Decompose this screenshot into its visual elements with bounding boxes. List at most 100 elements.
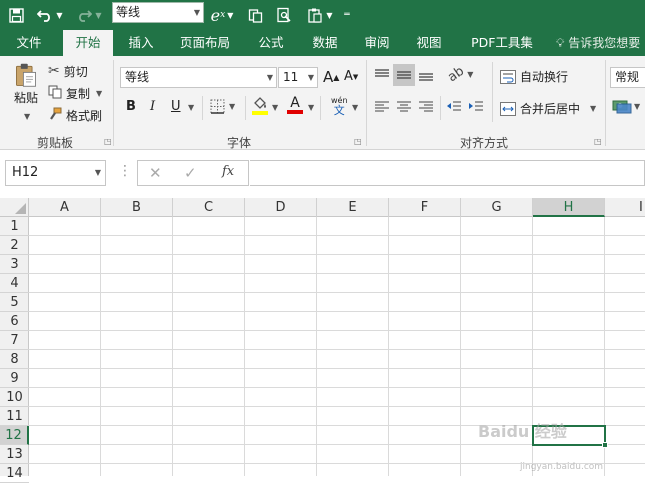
- tab-view[interactable]: 视图: [406, 30, 452, 56]
- row-header[interactable]: 4: [0, 274, 29, 293]
- tab-formulas[interactable]: 公式: [248, 30, 294, 56]
- align-bottom-icon[interactable]: [418, 68, 434, 82]
- chevron-down-icon[interactable]: ▼: [188, 103, 194, 112]
- fill-handle[interactable]: [602, 442, 608, 448]
- accounting-format-icon[interactable]: ▼: [612, 98, 640, 114]
- name-box-value: H12: [12, 165, 39, 180]
- row-header[interactable]: 5: [0, 293, 29, 312]
- column-header[interactable]: A: [29, 198, 101, 217]
- row-header[interactable]: 7: [0, 331, 29, 350]
- row-header[interactable]: 10: [0, 388, 29, 407]
- column-header[interactable]: B: [101, 198, 173, 217]
- row-header[interactable]: 1: [0, 217, 29, 236]
- cut-button[interactable]: ✂ 剪切: [48, 62, 88, 80]
- row-header[interactable]: 6: [0, 312, 29, 331]
- undo-icon[interactable]: ▼: [34, 4, 66, 26]
- chevron-down-icon[interactable]: ▼: [267, 68, 273, 87]
- formula-input[interactable]: [250, 160, 645, 186]
- qat-font-combo[interactable]: 等线 ▼: [112, 2, 204, 23]
- align-left-icon[interactable]: [374, 100, 390, 114]
- font-size-value: 11: [283, 70, 299, 84]
- column-header[interactable]: F: [389, 198, 461, 217]
- tab-review[interactable]: 审阅: [354, 30, 400, 56]
- copy-format-icon[interactable]: [244, 4, 266, 26]
- quick-access-toolbar: ▼ ▼ 等线 ▼ e x ▼ ▼ ═: [0, 0, 645, 30]
- chevron-down-icon[interactable]: ▼: [96, 89, 102, 98]
- name-box[interactable]: H12 ▼: [5, 160, 106, 186]
- column-header[interactable]: E: [317, 198, 389, 217]
- column-header[interactable]: I: [605, 198, 645, 217]
- chevron-down-icon[interactable]: ▼: [194, 3, 200, 22]
- chevron-down-icon[interactable]: ▼: [308, 68, 314, 87]
- row-header-selected[interactable]: 12: [0, 426, 29, 445]
- decrease-indent-icon[interactable]: [446, 100, 462, 114]
- number-format-combo[interactable]: 常规: [610, 67, 645, 88]
- bold-button[interactable]: B: [126, 99, 136, 114]
- tab-file[interactable]: 文件: [0, 30, 58, 56]
- row-header[interactable]: 9: [0, 369, 29, 388]
- decrease-font-size-icon[interactable]: A ▼: [344, 69, 358, 84]
- paste-icon[interactable]: ▼: [302, 4, 338, 26]
- font-name-combo[interactable]: 等线 ▼: [120, 67, 277, 88]
- number-format-value: 常规: [615, 70, 640, 84]
- underline-button[interactable]: U: [171, 99, 181, 114]
- chevron-down-icon[interactable]: ▼: [95, 161, 101, 185]
- formula-bar: H12 ▼ ⋮ ✕ ✓ fx: [0, 150, 645, 198]
- tab-home[interactable]: 开始: [63, 30, 113, 56]
- chevron-down-icon[interactable]: ▼: [590, 104, 596, 113]
- fill-color-icon[interactable]: [252, 97, 268, 115]
- row-header[interactable]: 3: [0, 255, 29, 274]
- tell-me-box[interactable]: 💡︎ 告诉我您想要: [556, 30, 640, 56]
- customize-icon[interactable]: ═: [340, 4, 354, 26]
- tab-insert[interactable]: 插入: [118, 30, 164, 56]
- increase-font-size-icon[interactable]: A ▲: [323, 68, 339, 86]
- tab-page-layout[interactable]: 页面布局: [172, 30, 238, 56]
- sheet-view-icon[interactable]: [272, 4, 296, 26]
- format-painter-button[interactable]: 格式刷: [48, 106, 102, 124]
- row-header[interactable]: 8: [0, 350, 29, 369]
- chevron-down-icon[interactable]: ▼: [24, 112, 30, 121]
- font-size-combo[interactable]: 11 ▼: [278, 67, 318, 88]
- orientation-icon[interactable]: ab ▼: [445, 64, 473, 86]
- redo-icon[interactable]: ▼: [74, 4, 104, 26]
- font-color-icon[interactable]: A: [287, 96, 303, 114]
- clipboard-launcher-icon[interactable]: ◳: [104, 137, 112, 146]
- row-header[interactable]: 2: [0, 236, 29, 255]
- column-header[interactable]: G: [461, 198, 533, 217]
- column-header-selected[interactable]: H: [533, 198, 605, 217]
- wrap-text-button[interactable]: 自动换行: [500, 68, 568, 85]
- tab-pdf-tools[interactable]: PDF工具集: [462, 30, 542, 56]
- save-icon[interactable]: [6, 4, 26, 26]
- copy-button[interactable]: 复制 ▼: [48, 84, 102, 102]
- column-header[interactable]: C: [173, 198, 245, 217]
- borders-icon[interactable]: ▼: [210, 99, 235, 114]
- equation-icon[interactable]: e x ▼: [206, 4, 238, 26]
- phonetic-guide-button[interactable]: wén 文: [331, 96, 348, 116]
- row-header[interactable]: 14: [0, 464, 29, 483]
- select-all-button[interactable]: [0, 198, 29, 217]
- align-middle-icon[interactable]: [393, 64, 415, 86]
- align-center-icon[interactable]: [396, 100, 412, 114]
- font-launcher-icon[interactable]: ◳: [354, 137, 362, 146]
- alignment-launcher-icon[interactable]: ◳: [594, 137, 602, 146]
- enter-icon[interactable]: ✓: [184, 164, 197, 182]
- merge-center-button[interactable]: 合并后居中 ▼: [500, 100, 596, 117]
- align-top-icon[interactable]: [374, 68, 390, 82]
- chevron-down-icon[interactable]: ▼: [352, 103, 358, 112]
- chevron-down-icon[interactable]: ▼: [308, 103, 314, 112]
- row-header[interactable]: 11: [0, 407, 29, 426]
- chevron-down-icon[interactable]: ▼: [272, 103, 278, 112]
- paste-button[interactable]: 粘贴: [8, 62, 44, 106]
- cancel-icon[interactable]: ✕: [149, 164, 162, 182]
- row-header[interactable]: 13: [0, 445, 29, 464]
- increase-indent-icon[interactable]: [468, 100, 484, 114]
- grip-icon: ⋮: [118, 163, 132, 179]
- italic-button[interactable]: I: [150, 99, 155, 114]
- align-right-icon[interactable]: [418, 100, 434, 114]
- grid-line: [29, 349, 645, 350]
- grid-line: [172, 217, 173, 476]
- insert-function-icon[interactable]: fx: [222, 164, 234, 179]
- grid-line: [29, 387, 645, 388]
- tab-data[interactable]: 数据: [302, 30, 348, 56]
- column-header[interactable]: D: [245, 198, 317, 217]
